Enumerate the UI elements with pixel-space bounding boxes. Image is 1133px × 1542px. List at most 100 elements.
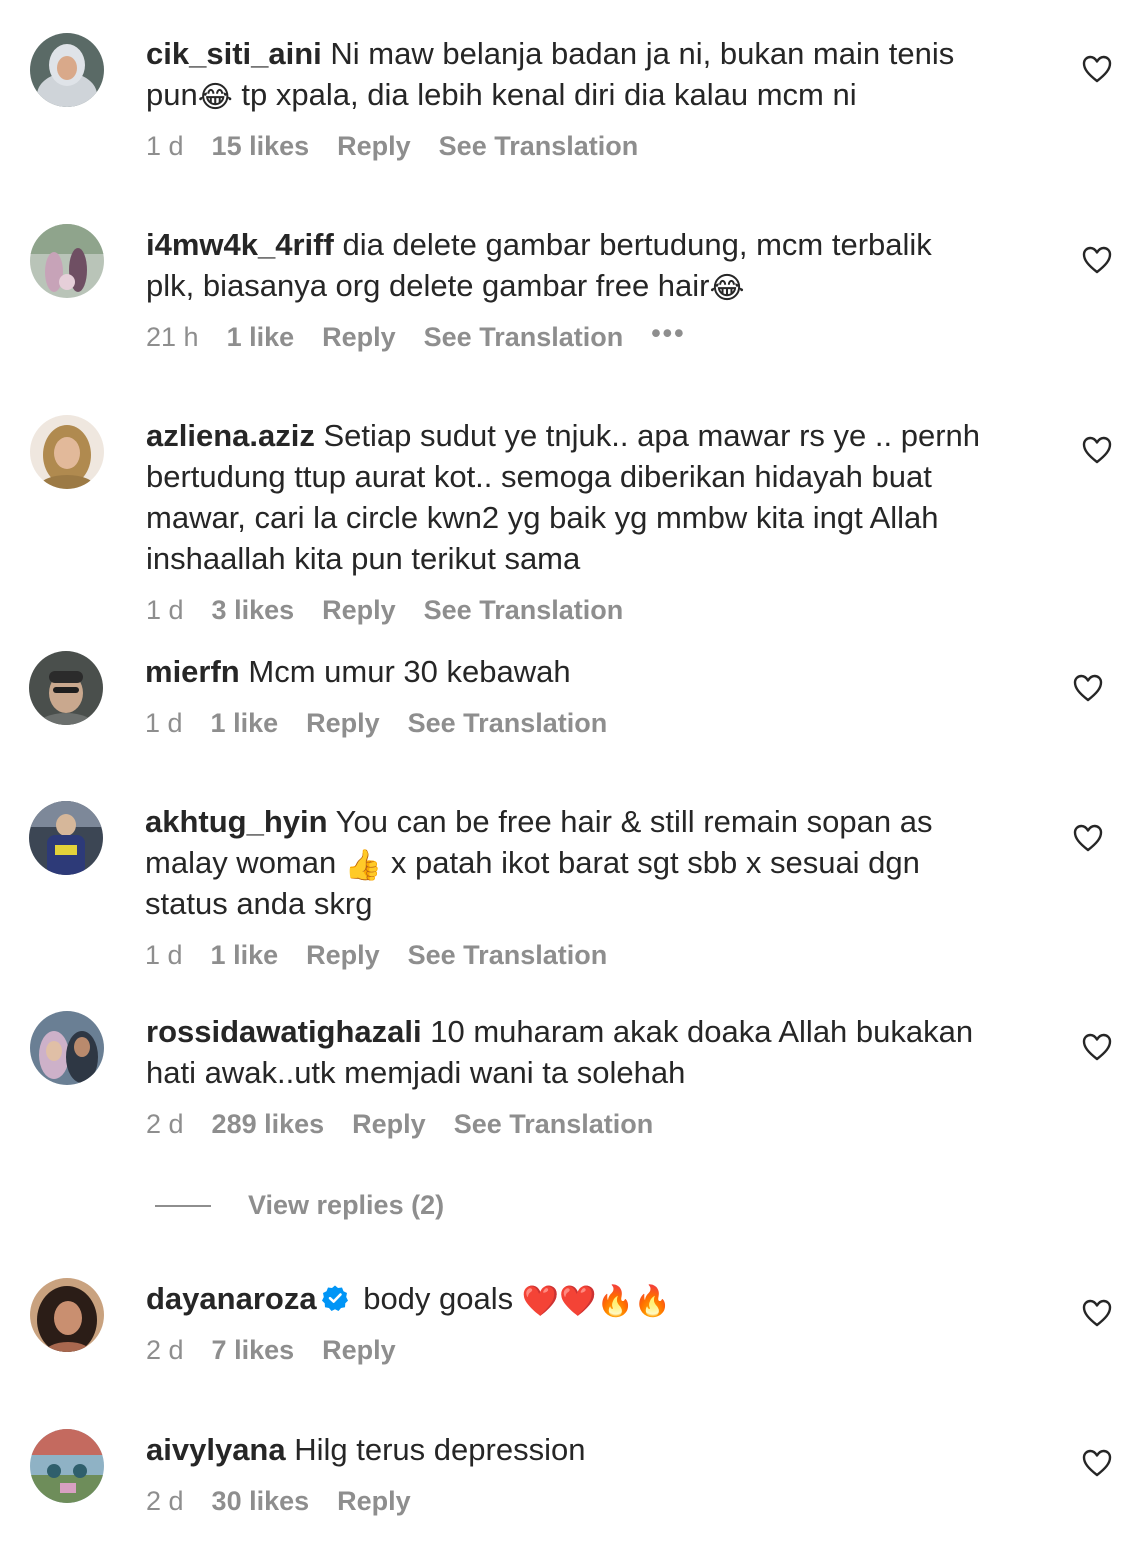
- heart-outline-icon[interactable]: [1082, 1033, 1112, 1061]
- avatar[interactable]: [30, 1278, 104, 1352]
- see-translation-button[interactable]: See Translation: [424, 320, 624, 354]
- comment-likes[interactable]: 1 like: [211, 706, 279, 740]
- avatar[interactable]: [30, 33, 104, 107]
- avatar[interactable]: [29, 651, 103, 725]
- comment-body: akhtug_hyin You can be free hair & still…: [145, 801, 932, 972]
- more-options-icon[interactable]: •••: [651, 316, 685, 350]
- comment-text-line: malay woman: [145, 845, 337, 880]
- heart-outline-icon[interactable]: [1082, 1449, 1112, 1477]
- comment-text: dayanaroza body goals ❤️❤️🔥🔥: [146, 1278, 671, 1319]
- comment-likes[interactable]: 1 like: [211, 938, 279, 972]
- comment-text-line: Hilg terus depression: [294, 1432, 586, 1467]
- heart-outline-icon[interactable]: [1082, 1299, 1112, 1327]
- comment-text-line: status anda skrg: [145, 886, 373, 921]
- see-translation-button[interactable]: See Translation: [439, 129, 639, 163]
- comment-text-line: pun: [146, 77, 198, 112]
- comment-meta: 21 h 1 like Reply See Translation •••: [146, 318, 932, 354]
- comment-body: mierfn Mcm umur 30 kebawah 1 d 1 like Re…: [145, 651, 635, 740]
- comment-likes[interactable]: 289 likes: [212, 1107, 325, 1141]
- comment-text-line: You can be free hair & still remain sopa…: [335, 804, 933, 839]
- comment-text-line: dia delete gambar bertudung, mcm terbali…: [342, 227, 932, 262]
- comment-time: 1 d: [146, 131, 184, 161]
- avatar[interactable]: [30, 1429, 104, 1503]
- comment-text-line: body goals: [363, 1281, 514, 1316]
- comment-body: rossidawatighazali 10 muharam akak doaka…: [146, 1011, 973, 1141]
- comment-text: cik_siti_aini Ni maw belanja badan ja ni…: [146, 33, 954, 115]
- comment-meta: 1 d 1 like Reply See Translation: [145, 706, 635, 740]
- reply-button[interactable]: Reply: [337, 129, 411, 163]
- comment-text: rossidawatighazali 10 muharam akak doaka…: [146, 1011, 973, 1093]
- comment-username[interactable]: aivylyana: [146, 1432, 286, 1467]
- comment-likes[interactable]: 15 likes: [212, 129, 310, 163]
- comment-body: azliena.aziz Setiap sudut ye tnjuk.. apa…: [146, 415, 980, 627]
- laughing-emoji: 😂: [709, 271, 745, 306]
- reply-button[interactable]: Reply: [322, 1333, 396, 1367]
- avatar[interactable]: [30, 1011, 104, 1085]
- heart-outline-icon[interactable]: [1073, 674, 1103, 702]
- comment-likes[interactable]: 1 like: [227, 320, 295, 354]
- comment-time: 1 d: [146, 595, 184, 625]
- comment-likes[interactable]: 7 likes: [212, 1333, 295, 1367]
- comment-text-line: Setiap sudut ye tnjuk.. apa mawar rs ye …: [323, 418, 980, 453]
- comment-text-line: tp xpala, dia lebih kenal diri dia kalau…: [241, 77, 857, 112]
- comment-meta: 1 d 15 likes Reply See Translation: [146, 129, 954, 163]
- comment-text-line: Ni maw belanja badan ja ni, bukan main t…: [330, 36, 955, 71]
- hearts-fire-emoji: ❤️❤️🔥🔥: [521, 1284, 672, 1319]
- heart-outline-icon[interactable]: [1082, 246, 1112, 274]
- comment-text: aivylyana Hilg terus depression: [146, 1429, 585, 1470]
- comment-time: 2 d: [146, 1486, 184, 1516]
- avatar[interactable]: [29, 801, 103, 875]
- comment-meta: 2 d 30 likes Reply: [146, 1484, 585, 1518]
- comment-text-line: 10 muharam akak doaka Allah bukakan: [430, 1014, 974, 1049]
- comment-username[interactable]: cik_siti_aini: [146, 36, 322, 71]
- comment-text: azliena.aziz Setiap sudut ye tnjuk.. apa…: [146, 415, 980, 579]
- reply-button[interactable]: Reply: [322, 593, 396, 627]
- see-translation-button[interactable]: See Translation: [408, 706, 608, 740]
- comment-meta: 1 d 1 like Reply See Translation: [145, 938, 932, 972]
- comment-likes[interactable]: 30 likes: [212, 1484, 310, 1518]
- comment-text-line: bertudung ttup aurat kot.. semoga diberi…: [146, 459, 932, 494]
- verified-badge-icon: [321, 1284, 349, 1312]
- comment-time: 21 h: [146, 322, 199, 352]
- thumbs-up-emoji: 👍: [344, 848, 383, 883]
- comment-text-line: plk, biasanya org delete gambar free hai…: [146, 268, 710, 303]
- reply-button[interactable]: Reply: [352, 1107, 426, 1141]
- heart-outline-icon[interactable]: [1082, 55, 1112, 83]
- heart-outline-icon[interactable]: [1073, 824, 1103, 852]
- comment-body: aivylyana Hilg terus depression 2 d 30 l…: [146, 1429, 585, 1518]
- view-replies-divider: [155, 1204, 211, 1207]
- heart-outline-icon[interactable]: [1082, 436, 1112, 464]
- comment-username[interactable]: azliena.aziz: [146, 418, 315, 453]
- comment-meta: 2 d 7 likes Reply: [146, 1333, 671, 1367]
- comment-username[interactable]: dayanaroza: [146, 1281, 317, 1316]
- comment-username[interactable]: akhtug_hyin: [145, 804, 328, 839]
- view-replies-label: View replies (2): [248, 1190, 445, 1220]
- comment-text-line: hati awak..utk memjadi wani ta solehah: [146, 1055, 686, 1090]
- comment-text: i4mw4k_4riff dia delete gambar bertudung…: [146, 224, 932, 306]
- view-replies-button[interactable]: View replies (2): [155, 1190, 444, 1221]
- see-translation-button[interactable]: See Translation: [424, 593, 624, 627]
- comment-username[interactable]: mierfn: [145, 654, 240, 689]
- comment-username[interactable]: i4mw4k_4riff: [146, 227, 334, 262]
- reply-button[interactable]: Reply: [306, 706, 380, 740]
- comment-body: dayanaroza body goals ❤️❤️🔥🔥 2 d 7 likes…: [146, 1278, 671, 1367]
- comment-time: 2 d: [146, 1335, 184, 1365]
- avatar[interactable]: [30, 224, 104, 298]
- comment-text-line: inshaallah kita pun terikut sama: [146, 541, 581, 576]
- comment-meta: 2 d 289 likes Reply See Translation: [146, 1107, 973, 1141]
- see-translation-button[interactable]: See Translation: [408, 938, 608, 972]
- comment-text: akhtug_hyin You can be free hair & still…: [145, 801, 932, 924]
- comment-time: 1 d: [145, 708, 183, 738]
- comment-text: mierfn Mcm umur 30 kebawah: [145, 651, 635, 692]
- comment-text-line: Mcm umur 30 kebawah: [248, 654, 571, 689]
- comment-likes[interactable]: 3 likes: [212, 593, 295, 627]
- comment-text-line: x patah ikot barat sgt sbb x sesuai dgn: [390, 845, 920, 880]
- avatar[interactable]: [30, 415, 104, 489]
- see-translation-button[interactable]: See Translation: [454, 1107, 654, 1141]
- reply-button[interactable]: Reply: [337, 1484, 411, 1518]
- laughing-emoji: 😂: [197, 80, 233, 115]
- comment-meta: 1 d 3 likes Reply See Translation: [146, 593, 980, 627]
- reply-button[interactable]: Reply: [306, 938, 380, 972]
- comment-username[interactable]: rossidawatighazali: [146, 1014, 422, 1049]
- reply-button[interactable]: Reply: [322, 320, 396, 354]
